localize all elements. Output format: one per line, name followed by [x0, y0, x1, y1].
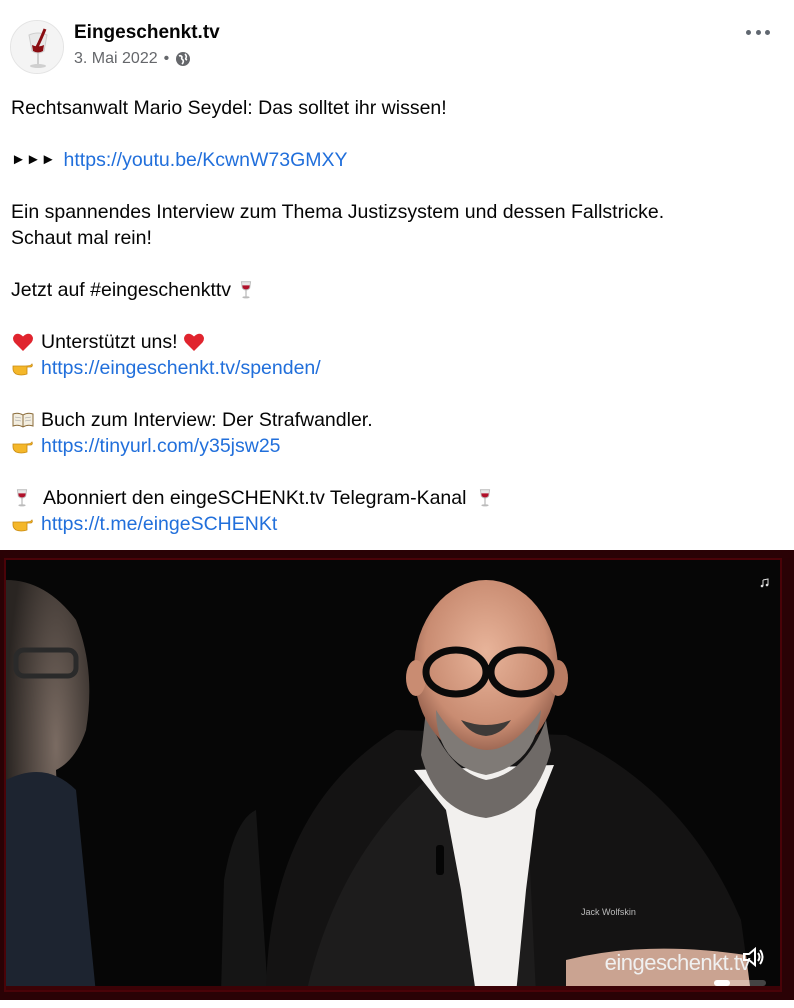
telegram-link-line: https://t.me/eingeSCHENKt — [11, 511, 781, 537]
pointing-hand-icon — [12, 519, 33, 532]
post-title: Rechtsanwalt Mario Seydel: Das solltet i… — [11, 97, 447, 119]
post-date[interactable]: 3. Mai 2022 — [74, 50, 158, 68]
video-progress-fill — [714, 980, 730, 986]
donate-link[interactable]: https://eingeschenkt.tv/spenden/ — [41, 355, 321, 381]
donate-link-line: https://eingeschenkt.tv/spenden/ — [11, 355, 781, 381]
open-book-icon — [12, 412, 34, 428]
support-line: Unterstützt uns! — [11, 329, 781, 355]
description-line-2: Schaut mal rein! — [11, 225, 781, 251]
video-watermark: eingeschenkt.tv — [604, 950, 751, 975]
pointing-hand-icon — [12, 363, 33, 376]
wine-glass-icon — [480, 489, 491, 507]
video-progress-bar[interactable] — [714, 980, 766, 986]
telegram-text: Abonniert den eingeSCHENKt.tv Telegram-K… — [43, 487, 467, 509]
hashtag-text: Jetzt auf #eingeschenkttv — [11, 279, 232, 301]
wine-glass-icon — [16, 489, 28, 507]
wine-glass-icon — [240, 281, 252, 299]
youtube-link[interactable]: https://youtu.be/KcwnW73GMXY — [64, 147, 348, 173]
post-body: Rechtsanwalt Mario Seydel: Das solltet i… — [11, 95, 781, 537]
video-thumbnail: Jack Wolfskin — [6, 560, 780, 990]
post-meta: 3. Mai 2022 • — [74, 50, 191, 68]
book-text: Buch zum Interview: Der Strafwandler. — [41, 409, 373, 431]
more-options-icon[interactable] — [746, 22, 770, 42]
book-link[interactable]: https://tinyurl.com/y35jsw25 — [41, 433, 281, 459]
hashtag-line: Jetzt auf #eingeschenkttv — [11, 277, 781, 303]
telegram-link[interactable]: https://t.me/eingeSCHENKt — [41, 511, 277, 537]
video-frame[interactable]: Jack Wolfskin eingeschenkt.tv — [4, 558, 782, 992]
speaker-muted-icon[interactable] — [740, 944, 766, 970]
description-line-1: Ein spannendes Interview zum Thema Justi… — [11, 199, 781, 225]
post-header: Eingeschenkt.tv 3. Mai 2022 • — [0, 0, 794, 90]
post-author[interactable]: Eingeschenkt.tv — [74, 22, 220, 44]
book-link-line: https://tinyurl.com/y35jsw25 — [11, 433, 781, 459]
music-note-icon — [760, 578, 769, 588]
book-line: Buch zum Interview: Der Strafwandler. — [11, 407, 781, 433]
youtube-link-line: ►►► https://youtu.be/KcwnW73GMXY — [11, 147, 781, 173]
post-title-line: Rechtsanwalt Mario Seydel: Das solltet i… — [11, 95, 781, 121]
description-text-1: Ein spannendes Interview zum Thema Justi… — [11, 201, 665, 223]
support-text: Unterstützt uns! — [41, 331, 178, 353]
arrows-text: ►►► — [11, 151, 56, 168]
telegram-line: Abonniert den eingeSCHENKt.tv Telegram-K… — [11, 485, 781, 511]
description-text-2: Schaut mal rein! — [11, 227, 152, 249]
video-player[interactable]: Jack Wolfskin eingeschenkt.tv — [0, 550, 794, 1000]
heart-icon — [183, 333, 204, 351]
heart-icon — [13, 333, 33, 351]
meta-separator: • — [163, 50, 170, 67]
pointing-hand-icon — [12, 441, 33, 454]
jacket-logo: Jack Wolfskin — [581, 907, 636, 917]
page-avatar[interactable] — [10, 20, 64, 74]
globe-icon[interactable] — [175, 51, 191, 67]
wine-glass-logo-icon — [11, 21, 63, 73]
